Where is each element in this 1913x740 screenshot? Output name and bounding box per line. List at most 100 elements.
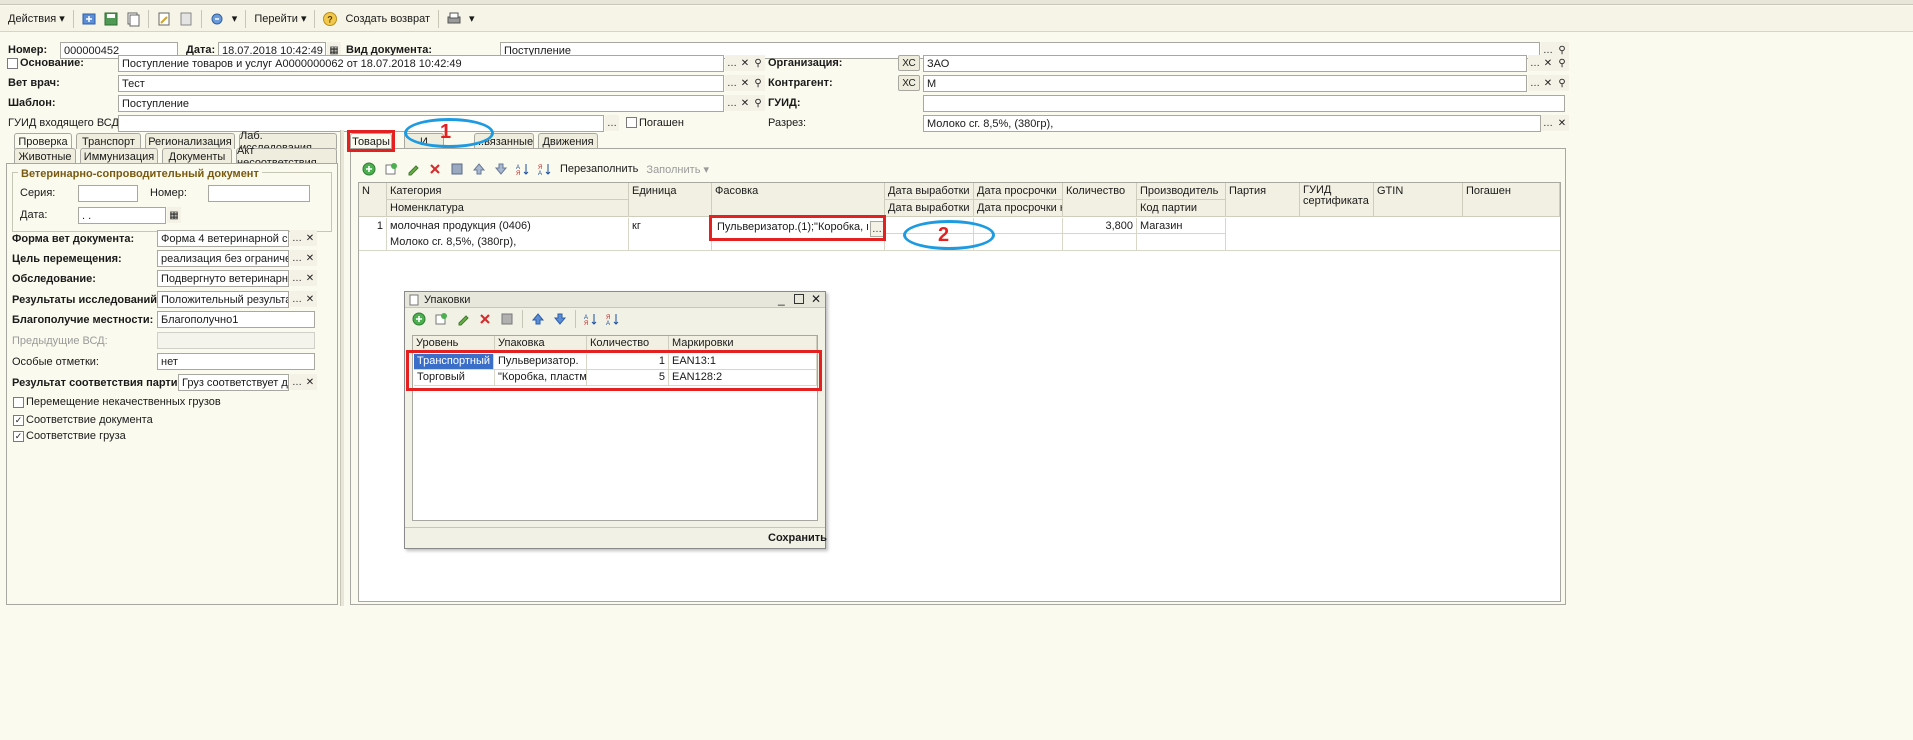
basis-clear-icon[interactable]: ✕ xyxy=(738,55,752,71)
create-return-button[interactable]: Создать возврат xyxy=(341,13,434,25)
col-producer[interactable]: Производитель xyxy=(1137,183,1226,200)
contractor-select-button[interactable]: … xyxy=(1528,75,1542,91)
inspection-select-button[interactable]: … xyxy=(290,270,304,286)
col-production-date[interactable]: Дата выработки ... xyxy=(885,183,974,200)
org-search-icon[interactable]: ⚲ xyxy=(1555,55,1569,71)
copy-icon[interactable] xyxy=(124,10,142,28)
org-field[interactable]: ЗАО xyxy=(923,55,1527,72)
cargo-match-checkbox[interactable]: ✓ xyxy=(13,431,24,442)
goto-menu[interactable]: Перейти ▾ xyxy=(250,12,310,25)
popup-sort-asc-icon[interactable]: АЯ xyxy=(582,310,600,328)
col-repaid[interactable]: Погашен xyxy=(1463,183,1560,217)
move-up-icon[interactable] xyxy=(470,160,488,178)
tab-documents[interactable]: Документы xyxy=(162,148,232,164)
template-search-icon[interactable]: ⚲ xyxy=(751,95,765,111)
popup-col-pack[interactable]: Упаковка xyxy=(495,336,587,351)
basis-field[interactable]: Поступление товаров и услуг А0000000062 … xyxy=(118,55,724,72)
tab-movements[interactable]: Движения xyxy=(538,133,598,149)
tab-immunization[interactable]: Иммунизация xyxy=(80,148,158,164)
vet-search-icon[interactable]: ⚲ xyxy=(751,75,765,91)
row-nomenclature[interactable]: Молоко сг. 8,5%, (380гр), xyxy=(387,234,629,250)
structure-icon[interactable] xyxy=(208,10,226,28)
contractor-field[interactable]: М xyxy=(923,75,1527,92)
col-batch-code[interactable]: Код партии xyxy=(1137,200,1226,217)
col-unit[interactable]: Единица xyxy=(629,183,712,217)
vet-field[interactable]: Тест xyxy=(118,75,724,92)
guid-in-select-button[interactable]: … xyxy=(605,115,619,131)
tab-nonconformity-act[interactable]: Акт несоответствия xyxy=(236,145,337,169)
col-expiry-date-2[interactable]: Дата просрочки к... xyxy=(974,200,1063,217)
row-producer[interactable]: Магазин xyxy=(1137,218,1226,234)
tab-check[interactable]: Проверка xyxy=(14,133,72,149)
popup-edit-icon[interactable] xyxy=(454,310,472,328)
fill-menu[interactable]: Заполнить ▾ xyxy=(642,163,713,176)
section-field[interactable]: Молоко сг. 8,5%, (380гр), xyxy=(923,115,1541,132)
popup-mark-icon[interactable] xyxy=(498,310,516,328)
refill-button[interactable]: Перезаполнить xyxy=(556,163,642,175)
popup-add-icon[interactable] xyxy=(410,310,428,328)
sort-desc-icon[interactable]: ЯА xyxy=(536,160,554,178)
row-n[interactable]: 1 xyxy=(359,218,387,250)
popup-col-level[interactable]: Уровень xyxy=(413,336,495,351)
col-category[interactable]: Категория xyxy=(387,183,629,200)
template-field[interactable]: Поступление xyxy=(118,95,724,112)
popup-down-icon[interactable] xyxy=(551,310,569,328)
minimize-icon[interactable]: _ xyxy=(778,292,785,306)
popup-delete-icon[interactable] xyxy=(476,310,494,328)
edit-doc-icon[interactable] xyxy=(155,10,173,28)
form-field[interactable]: Форма 4 ветеринарной справк xyxy=(157,230,289,247)
print-icon[interactable] xyxy=(445,10,463,28)
purpose-field[interactable]: реализация без ограничений xyxy=(157,250,289,267)
mark-icon[interactable] xyxy=(448,160,466,178)
form-clear-icon[interactable]: ✕ xyxy=(303,230,317,246)
org-select-button[interactable]: … xyxy=(1528,55,1542,71)
row-category[interactable]: молочная продукция (0406) xyxy=(387,218,629,234)
col-cert-guid[interactable]: ГУИД сертификата xyxy=(1300,183,1374,217)
guid-field[interactable] xyxy=(923,95,1565,112)
post-icon[interactable] xyxy=(80,10,98,28)
print-dropdown[interactable]: ▾ xyxy=(465,12,479,25)
purpose-clear-icon[interactable]: ✕ xyxy=(303,250,317,266)
batch-result-clear-icon[interactable]: ✕ xyxy=(303,374,317,390)
batch-result-field[interactable]: Груз соответствует доку xyxy=(178,374,289,391)
row-quantity[interactable]: 3,800 xyxy=(1063,218,1137,250)
inspection-field[interactable]: Подвергнуто ветеринарно-сани xyxy=(157,270,289,287)
research-field[interactable]: Положительный результат xyxy=(157,291,289,308)
edit-icon[interactable] xyxy=(404,160,422,178)
col-n[interactable]: N xyxy=(359,183,387,217)
template-clear-icon[interactable]: ✕ xyxy=(738,95,752,111)
structure-dropdown[interactable]: ▾ xyxy=(228,12,242,25)
popup-up-icon[interactable] xyxy=(529,310,547,328)
actions-menu[interactable]: Действия ▾ xyxy=(4,12,69,25)
bad-cargo-checkbox[interactable] xyxy=(13,397,24,408)
org-clear-icon[interactable]: ✕ xyxy=(1541,55,1555,71)
col-gtin[interactable]: GTIN xyxy=(1374,183,1463,217)
col-expiry-date[interactable]: Дата просрочки xyxy=(974,183,1063,200)
col-packaging[interactable]: Фасовка xyxy=(712,183,885,217)
basis-search-icon[interactable]: ⚲ xyxy=(751,55,765,71)
repaid-checkbox[interactable] xyxy=(626,117,637,128)
col-batch[interactable]: Партия xyxy=(1226,183,1300,217)
sort-asc-icon[interactable]: АЯ xyxy=(514,160,532,178)
research-clear-icon[interactable]: ✕ xyxy=(303,291,317,307)
basis-checkbox[interactable] xyxy=(7,58,18,69)
doc-match-checkbox[interactable]: ✓ xyxy=(13,415,24,426)
row-unit[interactable]: кг xyxy=(629,218,712,250)
wellbeing-field[interactable]: Благополучно1 xyxy=(157,311,315,328)
panel-splitter[interactable] xyxy=(340,130,344,606)
series-field[interactable] xyxy=(78,185,138,202)
vsd-calendar-icon[interactable]: ▦ xyxy=(167,207,181,223)
form-select-button[interactable]: … xyxy=(290,230,304,246)
purpose-select-button[interactable]: … xyxy=(290,250,304,266)
research-select-button[interactable]: … xyxy=(290,291,304,307)
col-quantity[interactable]: Количество xyxy=(1063,183,1137,217)
tab-transport[interactable]: Транспорт xyxy=(76,133,141,149)
section-select-button[interactable]: … xyxy=(1541,115,1555,131)
vet-clear-icon[interactable]: ✕ xyxy=(738,75,752,91)
close-icon[interactable]: ✕ xyxy=(811,292,821,306)
popup-save-button[interactable]: Сохранить xyxy=(768,532,827,544)
tab-animals[interactable]: Животные xyxy=(14,148,76,164)
org-xc-button[interactable]: ХС xyxy=(898,55,920,71)
delete-icon[interactable] xyxy=(426,160,444,178)
popup-col-qty[interactable]: Количество xyxy=(587,336,669,351)
